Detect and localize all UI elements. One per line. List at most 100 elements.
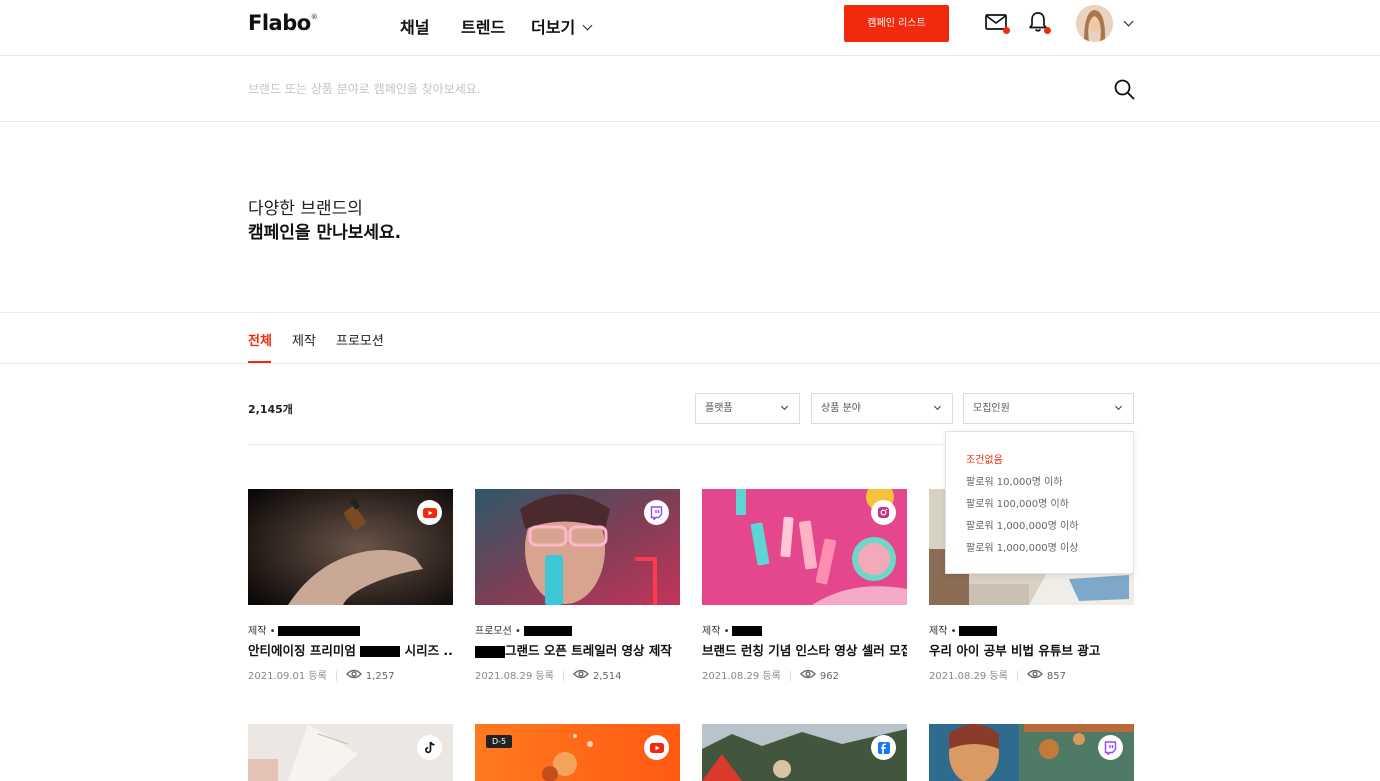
registered-date: 2021.09.01 등록: [248, 671, 327, 682]
eye-icon: [799, 669, 816, 682]
category-select[interactable]: 상품 분야: [811, 393, 953, 424]
category-select-label: 상품 분야: [821, 403, 861, 414]
redacted-brand: [959, 626, 998, 636]
campaign-title[interactable]: 그랜드 오픈 트레일러 영상 제작: [475, 640, 680, 659]
view-count: 1,257: [365, 671, 395, 682]
campaign-category: 프로모션 •: [475, 622, 572, 637]
campaign-thumbnail[interactable]: [248, 489, 453, 605]
separator: [562, 671, 564, 681]
mail-notification-dot: [1003, 27, 1010, 34]
recruit-option[interactable]: 조건없음: [946, 451, 1133, 473]
tiktok-icon: [417, 735, 442, 760]
recruit-select-label: 모집인원: [973, 403, 1010, 414]
campaign-card[interactable]: [702, 724, 907, 781]
youtube-icon: [417, 500, 442, 525]
redacted-brand: [523, 626, 572, 636]
recruit-option[interactable]: 팔로워 10,000명 이하: [946, 473, 1133, 495]
campaign-title[interactable]: 안티에이징 프리미엄 시리즈 ...: [248, 640, 453, 659]
nav-more[interactable]: 더보기: [531, 14, 593, 38]
youtube-icon: [644, 735, 669, 760]
twitch-icon: [644, 500, 669, 525]
campaign-meta: 2021.09.01 등록 1,257: [248, 667, 394, 683]
campaign-card[interactable]: [929, 724, 1134, 781]
campaign-category: 제작 •: [929, 622, 998, 637]
hero-line1: 다양한 브랜드의: [248, 199, 363, 219]
top-header: Flabo® 채널 트렌드 더보기 캠페인 리스트: [0, 0, 1380, 56]
view-count: 2,514: [592, 671, 622, 682]
category-label: 제작 •: [929, 626, 957, 637]
recruit-option[interactable]: 팔로워 1,000,000명 이하: [946, 517, 1133, 539]
separator: [789, 671, 791, 681]
campaign-card[interactable]: 제작 • 브랜드 런칭 기념 인스타 영상 셀러 모집 2021.08.29 등…: [702, 489, 907, 689]
hero-line2: 캠페인을 만나보세요.: [248, 223, 402, 243]
campaign-title[interactable]: 우리 아이 공부 비법 유튜브 광고: [929, 640, 1134, 659]
tab-production[interactable]: 제작: [292, 330, 316, 349]
content-area: [0, 365, 1380, 781]
search-icon[interactable]: [1114, 79, 1135, 104]
chevron-down-icon: [582, 20, 593, 31]
campaign-card[interactable]: 프로모션 • 그랜드 오픈 트레일러 영상 제작 2021.08.29 등록 2,…: [475, 489, 680, 689]
chevron-down-icon[interactable]: [1123, 16, 1134, 27]
platform-select-label: 플랫폼: [705, 403, 733, 414]
bell-notification-dot: [1044, 27, 1051, 34]
avatar[interactable]: [1076, 5, 1113, 42]
campaign-card[interactable]: [248, 724, 453, 781]
instagram-icon: [871, 500, 896, 525]
tab-promotion[interactable]: 프로모션: [336, 330, 384, 349]
search-bar: [0, 57, 1380, 122]
chevron-down-icon: [1114, 402, 1123, 411]
category-label: 프로모션 •: [475, 626, 521, 637]
redacted-brand: [360, 646, 401, 657]
campaign-thumbnail[interactable]: D-5: [475, 724, 680, 781]
recruit-dropdown: 조건없음 팔로워 10,000명 이하 팔로워 100,000명 이하 팔로워 …: [945, 431, 1134, 574]
recruit-option[interactable]: 팔로워 1,000,000명 이상: [946, 539, 1133, 561]
campaign-card[interactable]: 제작 • 안티에이징 프리미엄 시리즈 ... 2021.09.01 등록 1,2…: [248, 489, 453, 689]
category-label: 제작 •: [248, 626, 276, 637]
recruit-option[interactable]: 팔로워 100,000명 이하: [946, 495, 1133, 517]
tab-bar: 전체 제작 프로모션: [0, 312, 1380, 364]
campaign-category: 제작 •: [248, 622, 361, 637]
campaign-thumbnail[interactable]: [702, 724, 907, 781]
title-text-end: 그랜드 오픈 트레일러 영상 제작: [505, 643, 672, 658]
nav-trend[interactable]: 트렌드: [461, 14, 505, 38]
campaign-thumbnail[interactable]: [248, 724, 453, 781]
category-label: 제작 •: [702, 626, 730, 637]
twitch-icon: [1098, 735, 1123, 760]
facebook-icon: [871, 735, 896, 760]
eye-icon: [345, 669, 362, 682]
campaign-title[interactable]: 브랜드 런칭 기념 인스타 영상 셀러 모집: [702, 640, 907, 659]
campaign-meta: 2021.08.29 등록 2,514: [475, 667, 621, 683]
redacted-brand: [732, 626, 763, 636]
separator: [1016, 671, 1018, 681]
d-day-badge: D-5: [486, 735, 513, 748]
registered-date: 2021.08.29 등록: [475, 671, 554, 682]
campaign-thumbnail[interactable]: [702, 489, 907, 605]
nav-channel[interactable]: 채널: [400, 14, 429, 38]
campaign-meta: 2021.08.29 등록 857: [929, 667, 1066, 683]
campaign-category: 제작 •: [702, 622, 763, 637]
recruit-select[interactable]: 모집인원: [963, 393, 1134, 424]
title-text: 안티에이징 프리미엄: [248, 643, 361, 658]
registered-date: 2021.08.29 등록: [929, 671, 1008, 682]
tab-all[interactable]: 전체: [248, 330, 272, 349]
result-count: 2,145개: [248, 403, 293, 416]
campaign-list-button[interactable]: 캠페인 리스트: [844, 5, 949, 42]
campaign-thumbnail[interactable]: [929, 724, 1134, 781]
title-text-end: 시리즈 ...: [400, 643, 453, 658]
logo[interactable]: Flabo®: [248, 11, 318, 35]
view-count: 962: [819, 671, 839, 682]
active-tab-indicator: [248, 361, 271, 363]
view-count: 857: [1046, 671, 1066, 682]
search-input[interactable]: [248, 77, 1098, 101]
nav-more-label: 더보기: [531, 18, 576, 37]
redacted-brand: [475, 645, 505, 658]
campaign-thumbnail[interactable]: [475, 489, 680, 605]
campaign-meta: 2021.08.29 등록 962: [702, 667, 839, 683]
platform-select[interactable]: 플랫폼: [695, 393, 800, 424]
registered-date: 2021.08.29 등록: [702, 671, 781, 682]
chevron-down-icon: [780, 402, 789, 411]
chevron-down-icon: [933, 402, 942, 411]
eye-icon: [1026, 669, 1043, 682]
eye-icon: [572, 669, 589, 682]
campaign-card[interactable]: D-5: [475, 724, 680, 781]
